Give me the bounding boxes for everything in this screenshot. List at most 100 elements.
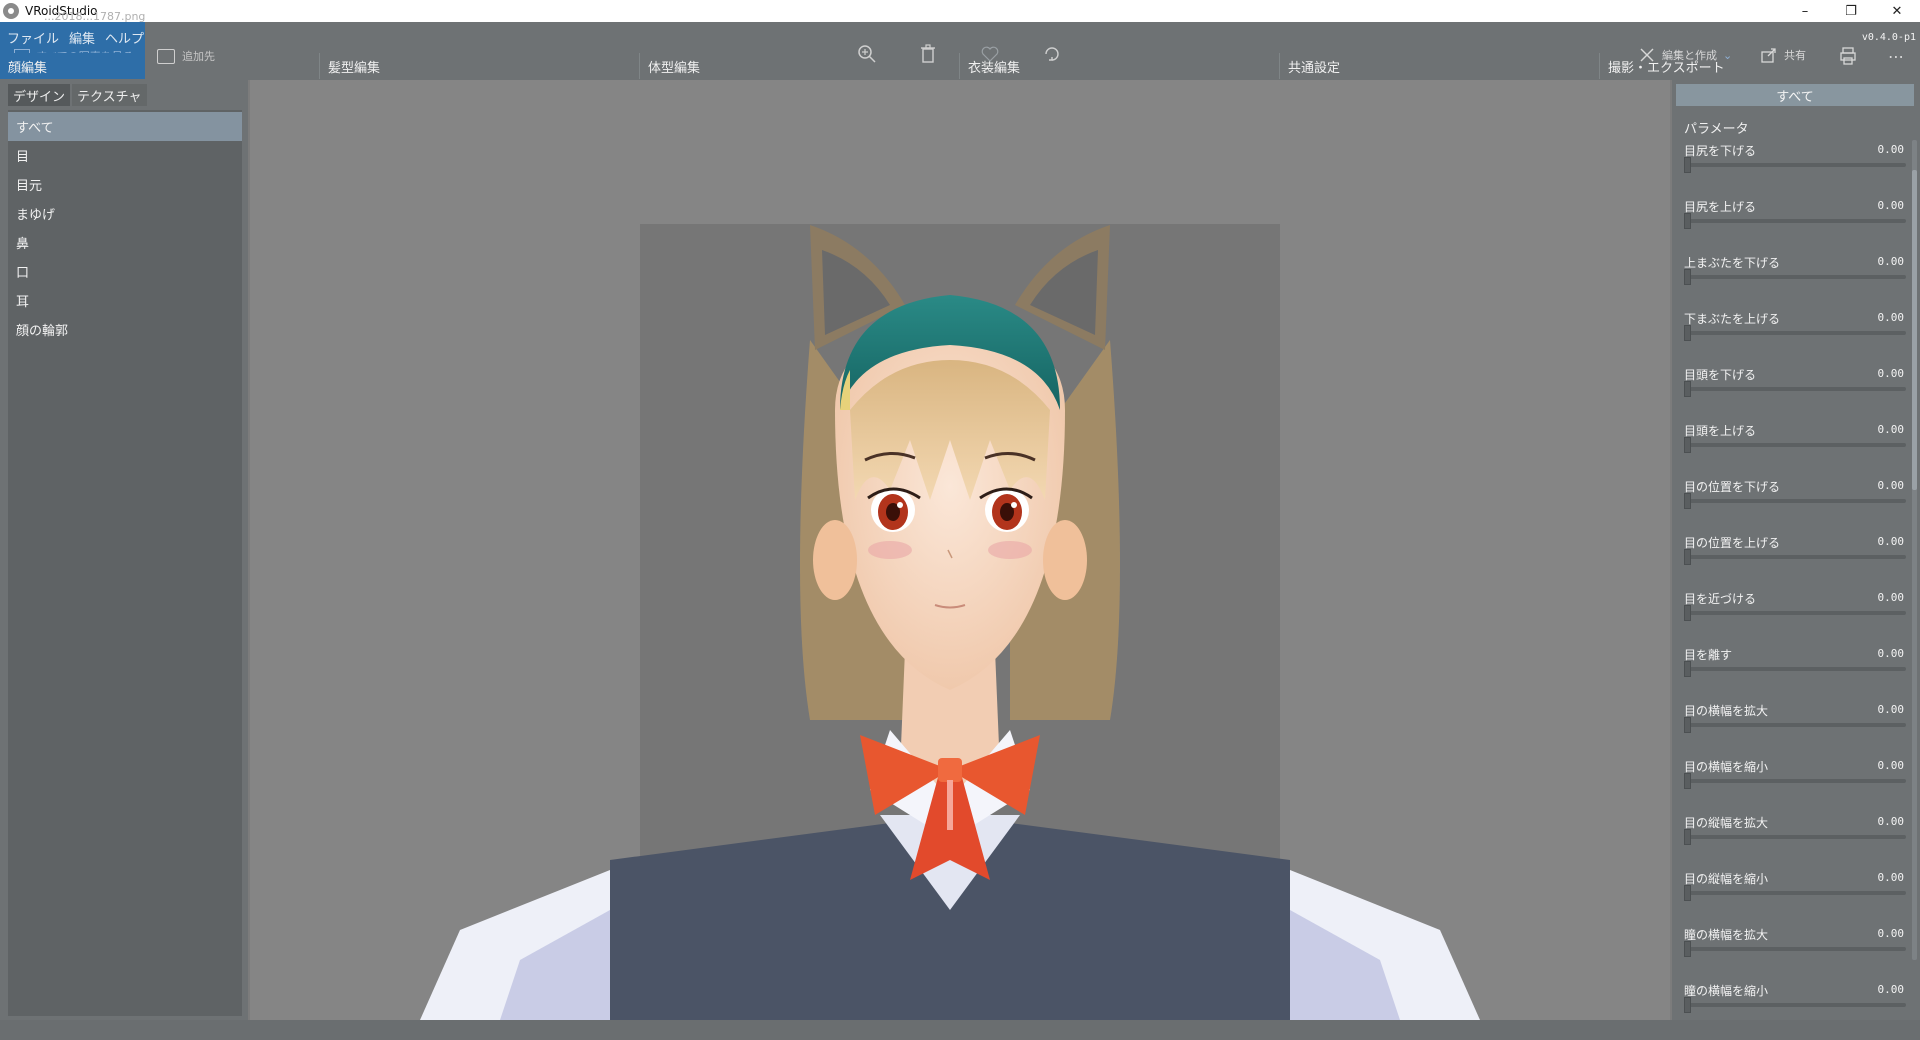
- param-value[interactable]: 0.00: [1878, 759, 1905, 772]
- param-slider[interactable]: [1684, 157, 1906, 173]
- param-slider[interactable]: [1684, 829, 1906, 845]
- param-value[interactable]: 0.00: [1878, 647, 1905, 660]
- param-row: 上まぶたを下げる 0.00: [1676, 254, 1908, 310]
- param-value[interactable]: 0.00: [1878, 535, 1905, 548]
- param-slider[interactable]: [1684, 213, 1906, 229]
- param-slider[interactable]: [1684, 885, 1906, 901]
- chevron-down-icon: ⌄: [1723, 48, 1733, 62]
- param-value[interactable]: 0.00: [1878, 479, 1905, 492]
- minimize-button[interactable]: –: [1782, 0, 1828, 22]
- tab-body-edit[interactable]: 体型編集: [639, 53, 959, 79]
- param-row: 目を近づける 0.00: [1676, 590, 1908, 646]
- param-label: 目尻を上げる: [1684, 200, 1757, 214]
- slider-thumb[interactable]: [1684, 829, 1691, 845]
- category-ear[interactable]: 耳: [8, 286, 242, 315]
- param-value[interactable]: 0.00: [1878, 871, 1905, 884]
- zoom-in-icon[interactable]: [855, 42, 879, 66]
- right-panel: すべて パラメータ 目尻を下げる 0.00 目尻を上げる 0.00 上まぶたを下げる…: [1672, 80, 1920, 1020]
- param-slider[interactable]: [1684, 717, 1906, 733]
- param-scrollbar[interactable]: [1912, 140, 1917, 960]
- param-slider[interactable]: [1684, 437, 1906, 453]
- param-slider[interactable]: [1684, 941, 1906, 957]
- param-slider[interactable]: [1684, 773, 1906, 789]
- param-value[interactable]: 0.00: [1878, 255, 1905, 268]
- param-row: 目の横幅を縮小 0.00: [1676, 758, 1908, 814]
- category-eyebrow[interactable]: まゆげ: [8, 199, 242, 228]
- param-value[interactable]: 0.00: [1878, 143, 1905, 156]
- param-category-header[interactable]: すべて: [1676, 84, 1914, 106]
- param-value[interactable]: 0.00: [1878, 983, 1905, 996]
- slider-thumb[interactable]: [1684, 325, 1691, 341]
- param-label: 目の横幅を縮小: [1684, 760, 1769, 774]
- version-label: v0.4.0-p1: [1861, 32, 1916, 43]
- character-model[interactable]: [250, 80, 1670, 1020]
- param-value[interactable]: 0.00: [1878, 367, 1905, 380]
- trash-icon[interactable]: [916, 42, 940, 66]
- slider-thumb[interactable]: [1684, 717, 1691, 733]
- param-value[interactable]: 0.00: [1878, 703, 1905, 716]
- param-value[interactable]: 0.00: [1878, 927, 1905, 940]
- param-row: 瞳の横幅を拡大 0.00: [1676, 926, 1908, 982]
- param-slider[interactable]: [1684, 605, 1906, 621]
- tab-hair-edit[interactable]: 髪型編集: [319, 53, 639, 79]
- param-slider[interactable]: [1684, 493, 1906, 509]
- param-label: 瞳の横幅を拡大: [1684, 928, 1769, 942]
- category-face-contour[interactable]: 顔の輪郭: [8, 315, 242, 344]
- param-value[interactable]: 0.00: [1878, 199, 1905, 212]
- category-eye[interactable]: 目: [8, 141, 242, 170]
- slider-thumb[interactable]: [1684, 773, 1691, 789]
- share-button[interactable]: 共有: [1760, 46, 1806, 64]
- param-value[interactable]: 0.00: [1878, 815, 1905, 828]
- param-value[interactable]: 0.00: [1878, 591, 1905, 604]
- slider-thumb[interactable]: [1684, 549, 1691, 565]
- param-label: 目の位置を上げる: [1684, 536, 1781, 550]
- menu-help[interactable]: ヘルプ: [105, 28, 144, 47]
- slider-thumb[interactable]: [1684, 493, 1691, 509]
- slider-thumb[interactable]: [1684, 605, 1691, 621]
- edit-create-button[interactable]: 編集と作成 ⌄: [1638, 46, 1732, 64]
- heart-icon[interactable]: [978, 42, 1002, 66]
- title-bar: VRoidStudio ...2018...1787.png – ❐ ✕: [0, 0, 1920, 23]
- param-row: 目を離す 0.00: [1676, 646, 1908, 702]
- param-slider[interactable]: [1684, 549, 1906, 565]
- restore-button[interactable]: ❐: [1828, 0, 1874, 22]
- param-slider[interactable]: [1684, 325, 1906, 341]
- scrollbar-thumb[interactable]: [1912, 170, 1917, 490]
- tab-outfit-edit[interactable]: 衣装編集: [959, 53, 1279, 79]
- param-value[interactable]: 0.00: [1878, 423, 1905, 436]
- category-all[interactable]: すべて: [8, 112, 242, 141]
- slider-thumb[interactable]: [1684, 269, 1691, 285]
- slider-thumb[interactable]: [1684, 661, 1691, 677]
- close-button[interactable]: ✕: [1874, 0, 1920, 22]
- param-slider[interactable]: [1684, 381, 1906, 397]
- param-value[interactable]: 0.00: [1878, 311, 1905, 324]
- slider-thumb[interactable]: [1684, 157, 1691, 173]
- print-icon[interactable]: [1836, 44, 1860, 68]
- param-slider[interactable]: [1684, 997, 1906, 1013]
- param-slider[interactable]: [1684, 269, 1906, 285]
- slider-thumb[interactable]: [1684, 997, 1691, 1013]
- param-slider[interactable]: [1684, 661, 1906, 677]
- param-row: 目の横幅を拡大 0.00: [1676, 702, 1908, 758]
- category-eye-area[interactable]: 目元: [8, 170, 242, 199]
- menu-edit[interactable]: 編集: [69, 28, 95, 47]
- slider-thumb[interactable]: [1684, 941, 1691, 957]
- tab-label: 髪型編集: [328, 60, 381, 76]
- slider-thumb[interactable]: [1684, 437, 1691, 453]
- tab-face-edit[interactable]: 顔編集: [0, 53, 145, 79]
- category-nose[interactable]: 鼻: [8, 228, 242, 257]
- tab-common-settings[interactable]: 共通設定: [1279, 53, 1599, 79]
- rotate-icon[interactable]: [1040, 42, 1064, 66]
- tab-texture[interactable]: テクスチャ: [72, 84, 147, 106]
- 3d-viewport[interactable]: [250, 80, 1670, 1020]
- slider-thumb[interactable]: [1684, 885, 1691, 901]
- more-icon[interactable]: ⋯: [1884, 44, 1908, 68]
- menu-file[interactable]: ファイル: [7, 28, 59, 47]
- slider-thumb[interactable]: [1684, 213, 1691, 229]
- param-row: 目頭を下げる 0.00: [1676, 366, 1908, 422]
- category-mouth[interactable]: 口: [8, 257, 242, 286]
- edit-create-icon: [1640, 48, 1654, 62]
- slider-thumb[interactable]: [1684, 381, 1691, 397]
- tab-design[interactable]: デザイン: [8, 84, 71, 106]
- tab-label: 体型編集: [648, 60, 701, 76]
